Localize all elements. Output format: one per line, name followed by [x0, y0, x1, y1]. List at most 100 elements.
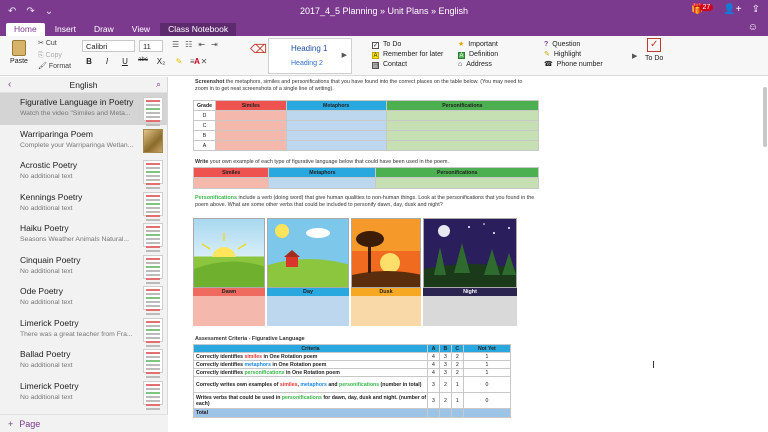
metaphors-header: Metaphors — [268, 167, 377, 178]
page-list-item[interactable]: Limerick Poetry No additional text — [0, 377, 167, 410]
styles-gallery[interactable]: Heading 1 Heading 2 ▶ — [268, 38, 352, 74]
highlight-icon[interactable]: ✎ — [174, 57, 184, 66]
examples-table[interactable]: Similes Metaphors Personifications — [192, 167, 539, 189]
align-icon[interactable]: ≡ — [190, 57, 195, 66]
font-size-select[interactable]: 11 — [139, 40, 163, 52]
tag-address[interactable]: ⌂ Address — [458, 60, 498, 70]
tag-to-do[interactable]: ✓ To Do — [372, 40, 443, 50]
format-painter-button[interactable]: 🖌 Format — [38, 61, 71, 73]
page-list-item[interactable]: Limerick Poetry There was a great teacher… — [0, 314, 167, 347]
tab-insert[interactable]: Insert — [47, 23, 84, 36]
tag-highlight[interactable]: ✎ Highlight — [544, 50, 603, 60]
clipboard-icon — [12, 40, 26, 56]
criteria-text: Correctly identifies personifications in… — [193, 368, 428, 377]
table-cell[interactable] — [215, 140, 287, 151]
page-list-item[interactable]: Figurative Language in Poetry Watch the v… — [0, 93, 167, 126]
tag-contact[interactable]: ▤ Contact — [372, 60, 443, 70]
heading2-style[interactable]: Heading 2 — [269, 53, 351, 67]
score-cell[interactable] — [462, 408, 512, 418]
grade-cell: C — [193, 120, 216, 131]
house-icon: ⌂ — [458, 61, 463, 68]
table-cell[interactable] — [375, 177, 539, 189]
page-list-item[interactable]: Acrostic Poetry No additional text — [0, 156, 167, 189]
italic-button[interactable]: I — [102, 57, 112, 66]
table-cell[interactable] — [385, 140, 540, 151]
page-list-item[interactable]: Kennings Poetry No additional text — [0, 188, 167, 221]
undo-icon[interactable]: ↶ — [8, 6, 16, 17]
dusk-answer-box[interactable] — [351, 296, 421, 326]
paste-button[interactable]: Paste — [6, 40, 32, 65]
clear-formatting-icon[interactable]: ⌫ — [250, 42, 267, 56]
dawn-answer-box[interactable] — [193, 296, 265, 326]
tab-class-notebook[interactable]: Class Notebook — [160, 23, 237, 36]
night-answer-box[interactable] — [423, 296, 517, 326]
underline-button[interactable]: U — [120, 57, 130, 66]
bullets-icon[interactable]: ☰ — [172, 40, 179, 49]
numbering-icon[interactable]: ☷ — [185, 40, 192, 49]
redo-icon[interactable]: ↷ — [26, 6, 34, 17]
clipboard-group: ✂ Cut ⎘ Copy 🖌 Format — [38, 38, 71, 73]
table-cell[interactable] — [285, 110, 387, 121]
table-cell[interactable] — [215, 120, 287, 131]
subscript-button[interactable]: X₂ — [156, 57, 166, 66]
notifications-button[interactable]: 🎁27 — [691, 4, 714, 15]
tags-more-icon[interactable]: ▶ — [632, 52, 637, 62]
feedback-smiley-icon[interactable]: ☺ — [748, 22, 758, 33]
vertical-scrollbar[interactable] — [762, 77, 768, 432]
criteria-table[interactable]: Criteria A B C Not Yet Correctly identif… — [193, 344, 512, 418]
page-list-item[interactable]: Cinquain Poetry No additional text — [0, 251, 167, 284]
styles-more-icon[interactable]: ▶ — [342, 51, 347, 59]
tag-important[interactable]: ★ Important — [458, 40, 498, 50]
table-cell[interactable] — [385, 110, 540, 121]
tag-definition[interactable]: A Definition — [458, 50, 498, 60]
share-icon[interactable]: ⇪ — [752, 4, 760, 15]
page-list-item[interactable]: Warriparinga Poem Complete your Warripari… — [0, 125, 167, 157]
criteria-text: Correctly identifies similes in One Rota… — [193, 352, 428, 361]
scrollbar-thumb[interactable] — [763, 87, 767, 147]
strikethrough-button[interactable]: abc — [138, 57, 148, 66]
tab-view[interactable]: View — [124, 23, 158, 36]
search-icon[interactable]: ⌕ — [156, 79, 161, 90]
add-person-icon[interactable]: 👤+ — [723, 4, 741, 15]
score-cell[interactable] — [427, 408, 440, 418]
a-col-header: A — [427, 344, 440, 353]
todo-tag-button[interactable]: ✓ To Do — [645, 38, 663, 62]
back-chevron-icon[interactable]: ‹ — [8, 79, 11, 90]
page-list-item[interactable]: Haiku Poetry Seasons Weather Animals Natu… — [0, 219, 167, 252]
table-cell[interactable] — [385, 130, 540, 141]
page-thumbnail — [143, 317, 163, 347]
bold-button[interactable]: B — [84, 57, 94, 66]
tag-question[interactable]: ? Question — [544, 40, 603, 50]
table-cell[interactable] — [192, 177, 270, 189]
table-cell[interactable] — [268, 177, 377, 189]
indent-icon[interactable]: ⇥ — [211, 40, 218, 49]
tab-draw[interactable]: Draw — [86, 23, 122, 36]
page-canvas[interactable]: Screenshot the metaphors, similes and pe… — [169, 77, 768, 432]
table-cell[interactable] — [385, 120, 540, 131]
figurative-table[interactable]: Grade Similes Metaphors Personifications… — [193, 100, 540, 151]
delete-icon[interactable]: ✕ — [201, 57, 208, 66]
page-list-item[interactable]: Ode Poetry No additional text — [0, 282, 167, 315]
tab-home[interactable]: Home — [6, 23, 45, 36]
font-name-select[interactable]: Calibri — [82, 40, 135, 52]
score-cell[interactable] — [438, 408, 452, 418]
page-list-item[interactable]: Ballad Poetry No additional text — [0, 345, 167, 378]
tag-remember[interactable]: A Remember for later — [372, 50, 443, 60]
page-subtitle: No additional text — [20, 173, 73, 180]
cut-button[interactable]: ✂ Cut — [38, 38, 71, 50]
table-cell[interactable] — [285, 120, 387, 131]
copy-button[interactable]: ⎘ Copy — [38, 50, 71, 62]
table-cell[interactable] — [215, 110, 287, 121]
table-cell[interactable] — [285, 130, 387, 141]
note-page: Screenshot the metaphors, similes and pe… — [192, 77, 541, 432]
tag-phone[interactable]: ☎ Phone number — [544, 60, 603, 70]
add-page-button[interactable]: + Page — [0, 414, 168, 432]
table-cell[interactable] — [285, 140, 387, 151]
dropdown-icon[interactable]: ⌄ — [45, 6, 53, 17]
table-cell[interactable] — [215, 130, 287, 141]
heading1-style[interactable]: Heading 1 — [269, 39, 351, 53]
day-answer-box[interactable] — [267, 296, 349, 326]
page-list: Figurative Language in Poetry Watch the v… — [0, 93, 167, 410]
outdent-icon[interactable]: ⇤ — [198, 40, 205, 49]
score-cell[interactable] — [450, 408, 464, 418]
